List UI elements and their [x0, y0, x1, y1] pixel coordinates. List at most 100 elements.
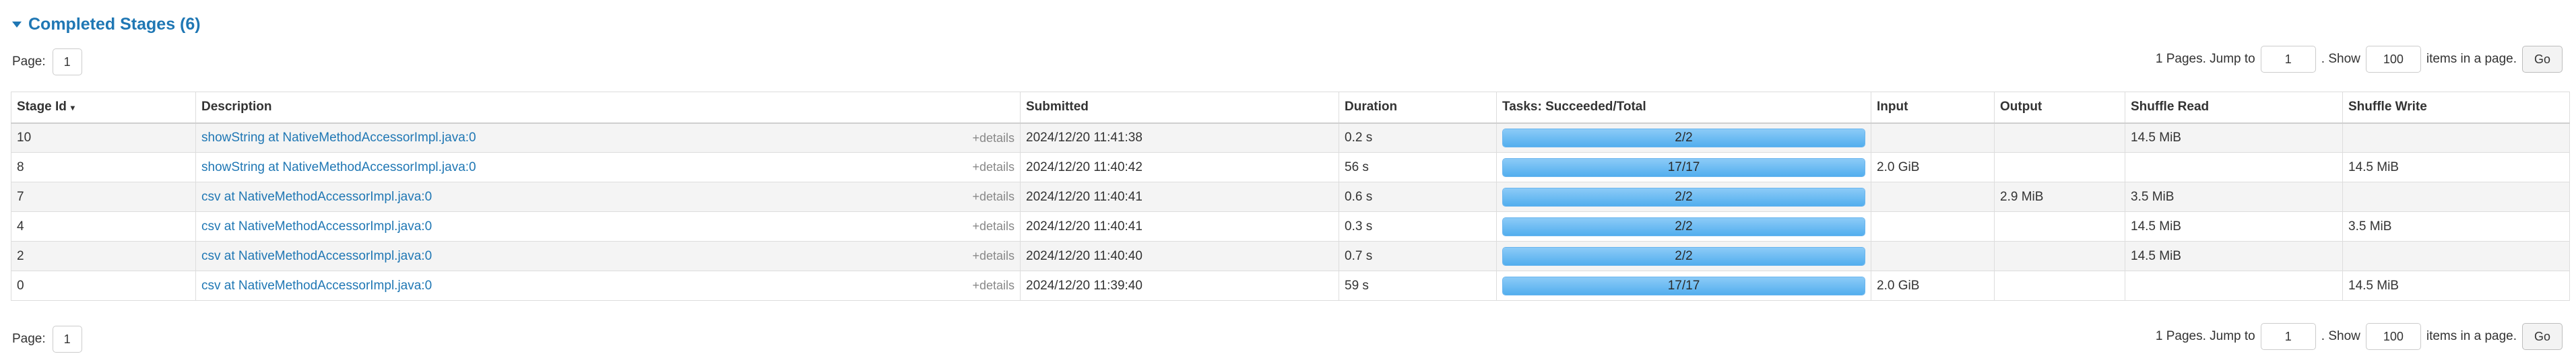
stage-description-link[interactable]: csv at NativeMethodAccessorImpl.java:0: [201, 279, 432, 293]
output-cell: 2.9 MiB: [1994, 182, 2125, 212]
stage-description-link[interactable]: showString at NativeMethodAccessorImpl.j…: [201, 160, 476, 174]
completed-stages-toggle[interactable]: Completed Stages (6): [9, 11, 201, 38]
submitted-cell: 2024/12/20 11:40:41: [1020, 211, 1339, 242]
task-progress-label: 17/17: [1667, 160, 1700, 174]
description-cell: csv at NativeMethodAccessorImpl.java:0 +d…: [195, 182, 1021, 212]
task-progress-bar: 2/2: [1502, 187, 1865, 207]
output-cell: [1994, 122, 2125, 153]
submitted-cell: 2024/12/20 11:41:38: [1020, 122, 1339, 153]
input-cell: [1871, 122, 1995, 153]
shuffle-read-cell: [2125, 271, 2343, 301]
items-text: items in a page.: [2426, 52, 2517, 66]
task-progress-label: 17/17: [1667, 278, 1700, 293]
page-link-1[interactable]: 1: [52, 48, 82, 75]
description-cell: csv at NativeMethodAccessorImpl.java:0 +d…: [195, 241, 1021, 271]
tasks-cell: 2/2: [1496, 122, 1871, 153]
duration-cell: 56 s: [1339, 152, 1497, 182]
duration-cell: 0.2 s: [1339, 122, 1497, 153]
shuffle-read-cell: 3.5 MiB: [2125, 182, 2343, 212]
go-button[interactable]: Go: [2522, 46, 2563, 73]
description-cell: csv at NativeMethodAccessorImpl.java:0 +d…: [195, 211, 1021, 242]
stage-id-cell: 0: [11, 271, 196, 301]
submitted-cell: 2024/12/20 11:40:41: [1020, 182, 1339, 212]
header-shuffle-write[interactable]: Shuffle Write: [2342, 92, 2570, 124]
items-text: items in a page.: [2426, 329, 2517, 343]
description-cell: showString at NativeMethodAccessorImpl.j…: [195, 122, 1021, 153]
caret-down-icon: [12, 21, 22, 28]
input-cell: [1871, 182, 1995, 212]
stage-id-cell: 10: [11, 122, 196, 153]
pager-bottom: Page: 1 1 Pages. Jump to 1 . Show 100 it…: [0, 320, 2576, 354]
section-title: Completed Stages (6): [28, 14, 201, 34]
task-progress-bar: 2/2: [1502, 217, 1865, 236]
table-row: 8 showString at NativeMethodAccessorImpl.…: [11, 152, 2570, 182]
jump-page-input[interactable]: 1: [2260, 46, 2316, 73]
shuffle-write-cell: 3.5 MiB: [2342, 211, 2570, 242]
details-toggle[interactable]: +details: [972, 131, 1015, 145]
submitted-cell: 2024/12/20 11:40:40: [1020, 241, 1339, 271]
details-toggle[interactable]: +details: [972, 160, 1015, 174]
output-cell: [1994, 211, 2125, 242]
input-cell: 2.0 GiB: [1871, 152, 1995, 182]
stage-id-cell: 2: [11, 241, 196, 271]
go-button[interactable]: Go: [2522, 323, 2563, 350]
page-size-input[interactable]: 100: [2365, 323, 2421, 350]
submitted-cell: 2024/12/20 11:39:40: [1020, 271, 1339, 301]
task-progress-label: 2/2: [1675, 130, 1693, 145]
task-progress-label: 2/2: [1675, 248, 1693, 263]
page-label: Page:: [12, 55, 46, 69]
details-toggle[interactable]: +details: [972, 219, 1015, 234]
duration-cell: 0.7 s: [1339, 241, 1497, 271]
duration-cell: 0.3 s: [1339, 211, 1497, 242]
tasks-cell: 17/17: [1496, 152, 1871, 182]
task-progress-label: 2/2: [1675, 219, 1693, 234]
shuffle-read-cell: 14.5 MiB: [2125, 241, 2343, 271]
stage-description-link[interactable]: showString at NativeMethodAccessorImpl.j…: [201, 131, 476, 145]
header-input[interactable]: Input: [1871, 92, 1995, 124]
header-tasks[interactable]: Tasks: Succeeded/Total: [1496, 92, 1871, 124]
page-link-1[interactable]: 1: [52, 326, 82, 353]
input-cell: 2.0 GiB: [1871, 271, 1995, 301]
details-toggle[interactable]: +details: [972, 190, 1015, 204]
shuffle-write-cell: 14.5 MiB: [2342, 271, 2570, 301]
output-cell: [1994, 271, 2125, 301]
input-cell: [1871, 211, 1995, 242]
stage-description-link[interactable]: csv at NativeMethodAccessorImpl.java:0: [201, 190, 432, 204]
pager-top: Page: 1 1 Pages. Jump to 1 . Show 100 it…: [0, 43, 2576, 77]
stage-description-link[interactable]: csv at NativeMethodAccessorImpl.java:0: [201, 249, 432, 263]
tasks-cell: 17/17: [1496, 271, 1871, 301]
show-text: . Show: [2321, 329, 2360, 343]
input-cell: [1871, 241, 1995, 271]
stage-id-cell: 8: [11, 152, 196, 182]
shuffle-read-cell: 14.5 MiB: [2125, 122, 2343, 153]
output-cell: [1994, 241, 2125, 271]
jump-page-input[interactable]: 1: [2260, 323, 2316, 350]
details-toggle[interactable]: +details: [972, 249, 1015, 263]
tasks-cell: 2/2: [1496, 211, 1871, 242]
tasks-cell: 2/2: [1496, 182, 1871, 212]
header-stage-id[interactable]: Stage Id ▾: [11, 92, 196, 124]
description-cell: showString at NativeMethodAccessorImpl.j…: [195, 152, 1021, 182]
header-description[interactable]: Description: [195, 92, 1021, 124]
table-row: 7 csv at NativeMethodAccessorImpl.java:0 +…: [11, 182, 2570, 212]
page-size-input[interactable]: 100: [2365, 46, 2421, 73]
details-toggle[interactable]: +details: [972, 279, 1015, 293]
header-duration[interactable]: Duration: [1339, 92, 1497, 124]
stage-description-link[interactable]: csv at NativeMethodAccessorImpl.java:0: [201, 219, 432, 234]
shuffle-write-cell: [2342, 182, 2570, 212]
stages-table: Stage Id ▾ Description Submitted Duration…: [11, 92, 2570, 301]
task-progress-bar: 2/2: [1502, 128, 1865, 147]
header-submitted[interactable]: Submitted: [1020, 92, 1339, 124]
stage-id-cell: 4: [11, 211, 196, 242]
task-progress-bar: 2/2: [1502, 246, 1865, 266]
submitted-cell: 2024/12/20 11:40:42: [1020, 152, 1339, 182]
task-progress-label: 2/2: [1675, 189, 1693, 204]
duration-cell: 0.6 s: [1339, 182, 1497, 212]
shuffle-read-cell: [2125, 152, 2343, 182]
tasks-cell: 2/2: [1496, 241, 1871, 271]
description-cell: csv at NativeMethodAccessorImpl.java:0 +d…: [195, 271, 1021, 301]
task-progress-bar: 17/17: [1502, 276, 1865, 295]
stage-id-cell: 7: [11, 182, 196, 212]
header-output[interactable]: Output: [1994, 92, 2125, 124]
header-shuffle-read[interactable]: Shuffle Read: [2125, 92, 2343, 124]
